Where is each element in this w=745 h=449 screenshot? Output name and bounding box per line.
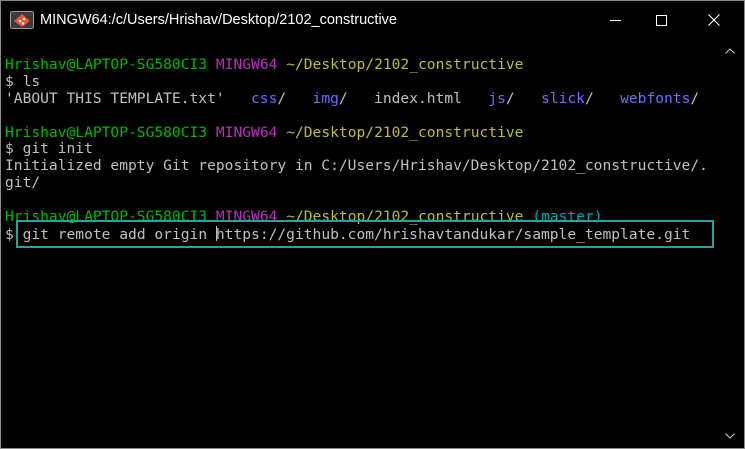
active-command-line[interactable]: $ git remote add origin https://github.c…: [5, 225, 717, 243]
command-text: ls: [22, 72, 41, 90]
window-title: MINGW64:/c/Users/Hrishav/Desktop/2102_co…: [40, 12, 397, 28]
close-icon: [708, 14, 720, 26]
vertical-scrollbar[interactable]: [716, 39, 744, 448]
user-host: Hrishav@LAPTOP-SG580CI3: [5, 208, 208, 226]
command-url: https://github.com/hrishavtandukar/sampl…: [215, 225, 691, 243]
scroll-track[interactable]: [727, 67, 732, 419]
current-path: ~/Desktop/2102_constructive: [286, 56, 524, 73]
user-host: Hrishav@LAPTOP-SG580CI3: [5, 56, 208, 73]
prompt-line: Hrishav@LAPTOP-SG580CI3 MINGW64 ~/Deskto…: [5, 208, 717, 226]
current-path: ~/Desktop/2102_constructive: [286, 123, 524, 141]
minimize-icon: [609, 19, 621, 21]
maximize-button[interactable]: [638, 1, 684, 39]
system-name: MINGW64: [215, 123, 278, 141]
current-path: ~/Desktop/2102_constructive: [286, 208, 524, 226]
git-branch: (master): [532, 208, 603, 226]
title-bar[interactable]: MINGW64:/c/Users/Hrishav/Desktop/2102_co…: [1, 1, 744, 39]
command-text: git remote add origin: [22, 225, 216, 243]
chevron-up-icon: [725, 48, 735, 54]
prompt-symbol: $: [5, 140, 14, 158]
output-line: Initialized empty Git repository in C:/U…: [5, 157, 708, 175]
chevron-down-icon: [725, 433, 735, 439]
prompt-line: Hrishav@LAPTOP-SG580CI3 MINGW64 ~/Deskto…: [5, 56, 717, 74]
git-bash-icon: [10, 10, 36, 30]
output-line: git/: [5, 174, 41, 192]
directory-slash: /: [690, 89, 700, 107]
user-host: Hrishav@LAPTOP-SG580CI3: [5, 123, 208, 141]
maximize-icon: [655, 14, 667, 26]
file-entry: index.html: [374, 89, 462, 107]
directory-entry: js: [488, 89, 506, 107]
directory-entry: img: [312, 89, 339, 107]
directory-slash: /: [277, 89, 287, 107]
scroll-down-button[interactable]: [716, 426, 744, 446]
directory-entry: webfonts: [620, 89, 691, 107]
system-name: MINGW64: [215, 56, 278, 73]
close-button[interactable]: [684, 1, 744, 39]
directory-entry: slick: [541, 89, 585, 107]
command-line: $ ls: [5, 72, 717, 91]
system-name: MINGW64: [215, 208, 278, 226]
ls-output-line: 'ABOUT THIS TEMPLATE.txt' css/ img/ inde…: [5, 89, 717, 108]
terminal-window: MINGW64:/c/Users/Hrishav/Desktop/2102_co…: [0, 0, 745, 449]
file-entry: 'ABOUT THIS TEMPLATE.txt': [5, 89, 225, 107]
scroll-up-button[interactable]: [716, 41, 744, 61]
directory-entry: css: [251, 89, 278, 107]
prompt-symbol: $: [5, 225, 14, 243]
command-line: $ git init: [5, 141, 717, 158]
prompt-line: Hrishav@LAPTOP-SG580CI3 MINGW64 ~/Deskto…: [5, 123, 717, 142]
prompt-symbol: $: [5, 72, 14, 90]
minimize-button[interactable]: [592, 1, 638, 39]
directory-slash: /: [505, 89, 515, 107]
window-controls: [592, 1, 744, 39]
command-text: git init: [22, 140, 93, 158]
directory-slash: /: [584, 89, 594, 107]
terminal-output[interactable]: Hrishav@LAPTOP-SG580CI3 MINGW64 ~/Deskto…: [5, 56, 717, 448]
directory-slash: /: [338, 89, 348, 107]
